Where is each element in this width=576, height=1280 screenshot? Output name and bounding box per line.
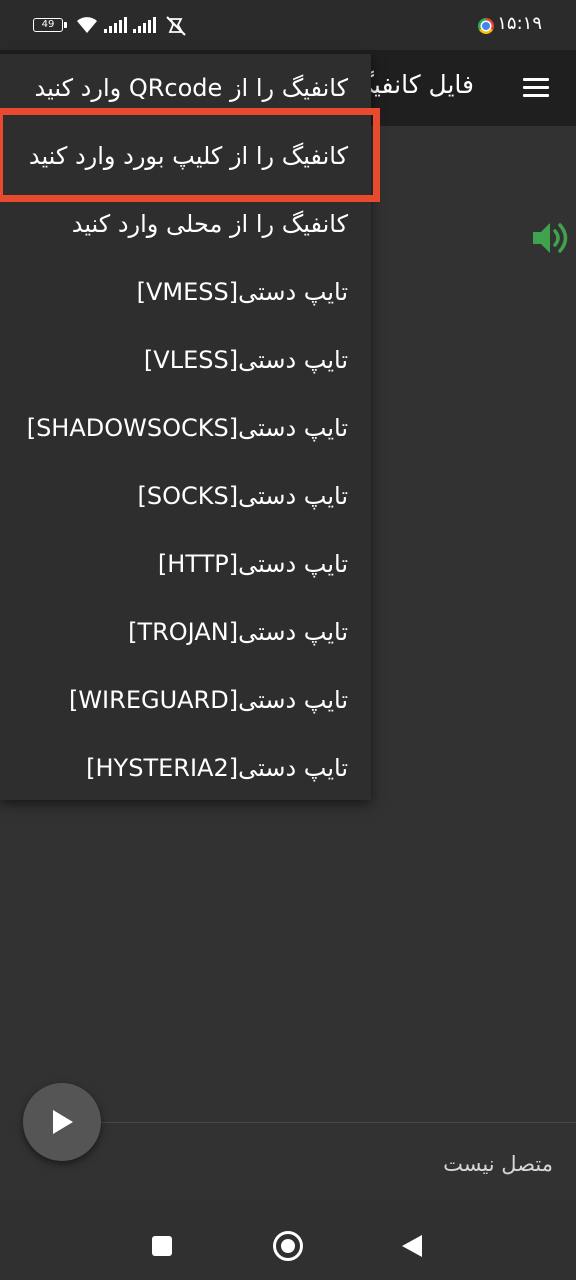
back-triangle-icon[interactable] (402, 1235, 422, 1257)
home-circle-icon[interactable] (273, 1231, 303, 1261)
menu-item-manual-wireguard[interactable]: تایپ دستی[WIREGUARD] (0, 666, 371, 734)
menu-item-manual-http[interactable]: تایپ دستی[HTTP] (0, 530, 371, 598)
battery-icon: 49 (33, 18, 67, 32)
hamburger-menu-icon[interactable] (523, 74, 551, 102)
system-nav-bar (0, 1200, 576, 1280)
speaker-icon (533, 223, 568, 253)
status-time: ۱۵:۱۹ (497, 13, 542, 34)
mute-icon (166, 16, 186, 36)
connect-button[interactable] (23, 1083, 101, 1161)
menu-item-manual-hysteria2[interactable]: تایپ دستی[HYSTERIA2] (0, 734, 371, 802)
wifi-icon (77, 17, 97, 33)
chrome-icon (478, 18, 494, 34)
menu-item-manual-vless[interactable]: تایپ دستی[VLESS] (0, 326, 371, 394)
connection-status: متصل نیست (443, 1152, 553, 1176)
signal-icon (133, 17, 156, 33)
menu-item-manual-socks[interactable]: تایپ دستی[SOCKS] (0, 462, 371, 530)
menu-item-manual-shadowsocks[interactable]: تایپ دستی[SHADOWSOCKS] (0, 394, 371, 462)
signal-icon (104, 17, 127, 33)
divider (24, 1122, 576, 1123)
status-bar: 49 ۱۵:۱۹ (0, 0, 576, 50)
menu-item-manual-trojan[interactable]: تایپ دستی[TROJAN] (0, 598, 371, 666)
menu-item-manual-vmess[interactable]: تایپ دستی[VMESS] (0, 258, 371, 326)
battery-level: 49 (41, 19, 55, 30)
recents-square-icon[interactable] (152, 1236, 172, 1256)
play-icon (53, 1110, 73, 1134)
highlight-box (0, 108, 380, 202)
